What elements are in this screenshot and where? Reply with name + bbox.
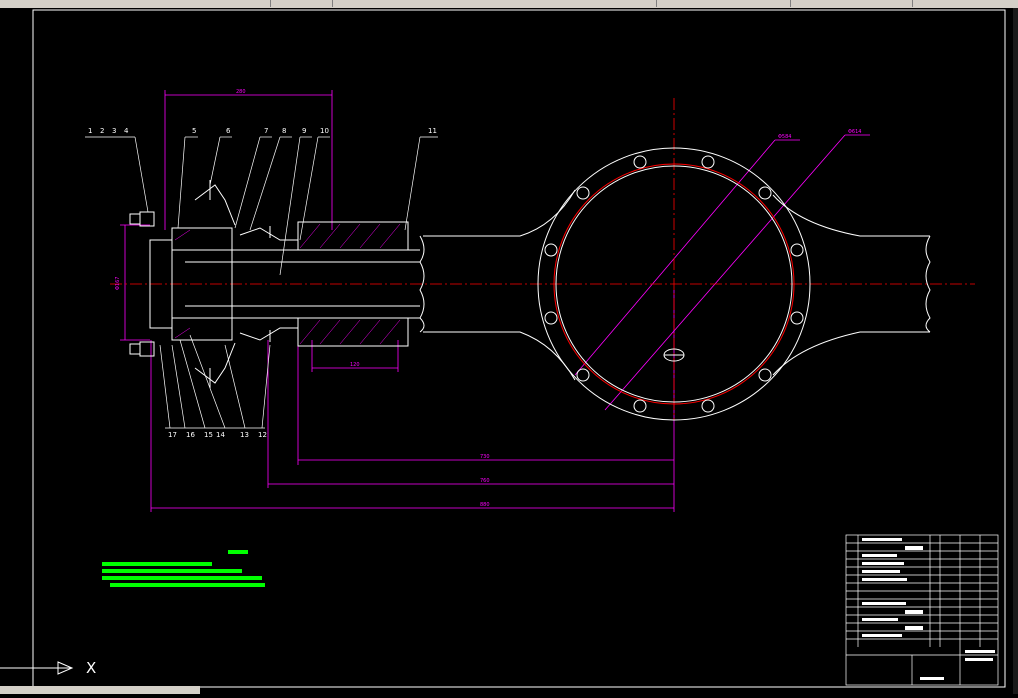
dim-circle-r1: Φ584 <box>778 134 791 140</box>
dim-small-bottom: 120 <box>350 362 360 368</box>
part-label-2: 2 <box>100 127 104 135</box>
command-bar[interactable] <box>0 686 200 694</box>
part-label-16: 16 <box>186 431 195 439</box>
dim-circle-r2: Φ614 <box>848 129 861 135</box>
toolbar-segment[interactable] <box>792 0 913 7</box>
dim-left-height: Φ167 <box>115 277 121 290</box>
drawing-canvas[interactable]: 1 2 3 4 5 6 7 8 9 10 11 17 16 15 14 13 1… <box>0 8 1018 694</box>
dim-730: 730 <box>480 454 490 460</box>
technical-notes <box>102 550 265 587</box>
leader-lines <box>85 136 438 429</box>
part-label-8: 8 <box>282 127 286 135</box>
part-label-6: 6 <box>226 127 231 135</box>
dim-top-width: 280 <box>236 89 246 95</box>
vertical-scrollbar[interactable] <box>1013 8 1018 694</box>
toolbar-segment[interactable] <box>660 0 791 7</box>
part-label-1: 1 <box>88 127 92 135</box>
part-label-3: 3 <box>112 127 116 135</box>
ucs-icon: X <box>0 659 96 677</box>
part-label-10: 10 <box>320 127 329 135</box>
dim-760: 760 <box>480 478 490 484</box>
part-label-15: 15 <box>204 431 213 439</box>
toolbar-segment[interactable] <box>336 0 657 7</box>
part-label-7: 7 <box>264 127 268 135</box>
toolbar-segment[interactable] <box>0 0 271 7</box>
part-label-17: 17 <box>168 431 177 439</box>
cad-drawing[interactable]: 1 2 3 4 5 6 7 8 9 10 11 17 16 15 14 13 1… <box>0 8 1018 694</box>
toolbar-segment[interactable] <box>272 0 333 7</box>
part-label-11: 11 <box>428 127 437 135</box>
part-label-13: 13 <box>240 431 249 439</box>
part-label-9: 9 <box>302 127 306 135</box>
part-label-12: 12 <box>258 431 267 439</box>
dim-880: 880 <box>480 502 490 508</box>
part-label-14: 14 <box>216 431 225 439</box>
centerlines <box>110 98 975 420</box>
part-label-5: 5 <box>192 127 196 135</box>
part-label-4: 4 <box>124 127 129 135</box>
part-labels: 1 2 3 4 5 6 7 8 9 10 11 17 16 15 14 13 1… <box>88 127 437 439</box>
dimension-texts: 280 Φ167 120 730 760 880 Φ584 Φ614 <box>115 89 861 508</box>
x-axis-label: X <box>86 659 96 677</box>
